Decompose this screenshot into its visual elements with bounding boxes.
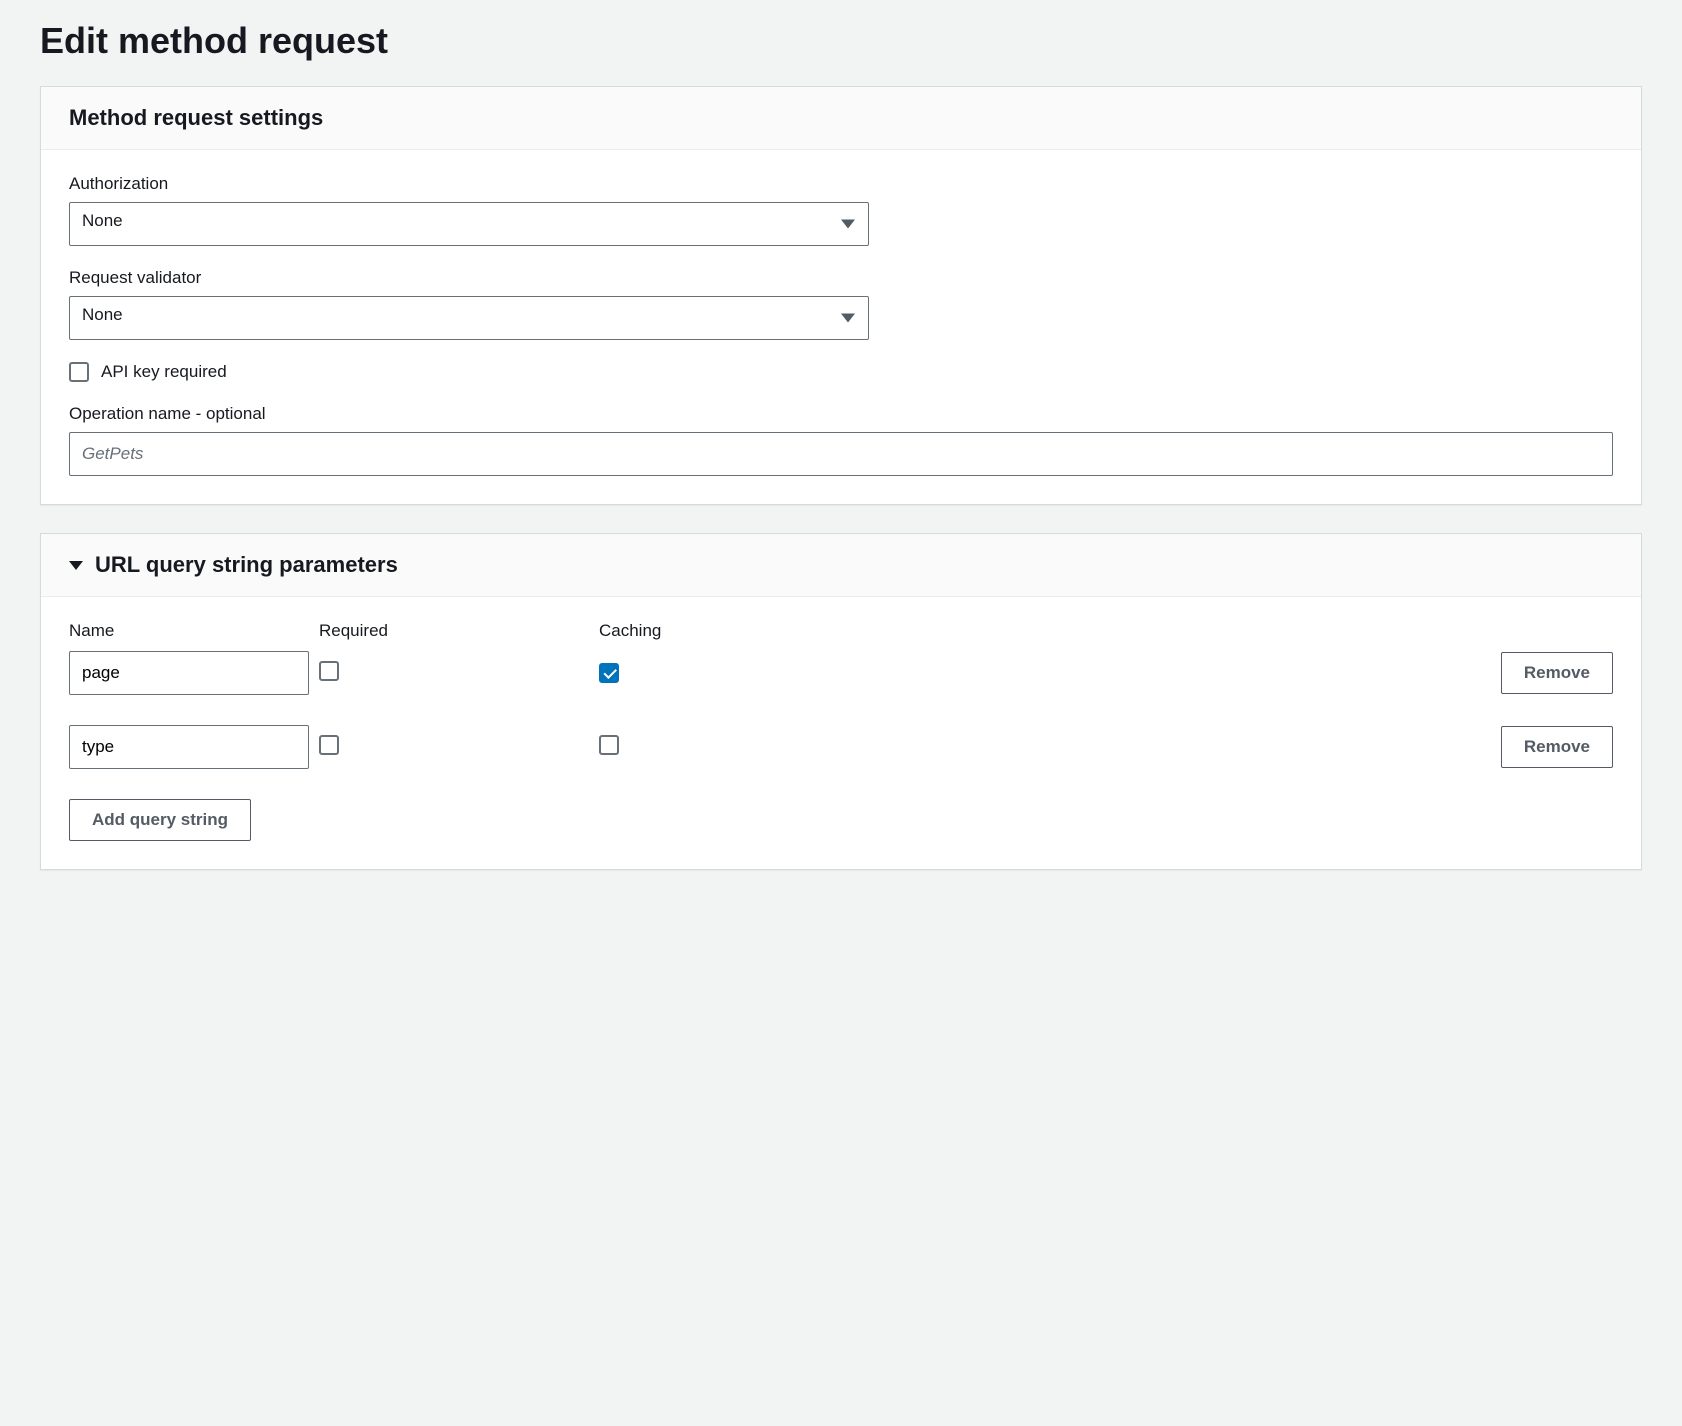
request-validator-select[interactable]: None [69, 296, 869, 340]
query-param-caching-checkbox[interactable] [599, 735, 619, 755]
settings-panel-body: Authorization None Request validator Non… [41, 150, 1641, 504]
api-key-required-row: API key required [69, 362, 1613, 382]
query-param-required-checkbox[interactable] [319, 735, 339, 755]
remove-query-param-button[interactable]: Remove [1501, 652, 1613, 694]
column-required-header: Required [319, 621, 599, 641]
query-param-name-input[interactable] [69, 725, 309, 769]
query-params-body: Name Required Caching Remove Remove Add q… [41, 597, 1641, 869]
query-params-panel: URL query string parameters Name Require… [40, 533, 1642, 870]
add-query-string-button[interactable]: Add query string [69, 799, 251, 841]
query-params-header-toggle[interactable]: URL query string parameters [69, 552, 1613, 578]
column-actions-header [879, 621, 1613, 641]
request-validator-select-wrapper: None [69, 296, 869, 340]
operation-name-label: Operation name - optional [69, 404, 1613, 424]
query-param-row: Remove [69, 651, 1613, 695]
query-params-header-row: Name Required Caching [69, 621, 1613, 641]
request-validator-label: Request validator [69, 268, 1613, 288]
api-key-required-checkbox[interactable] [69, 362, 89, 382]
query-param-row: Remove [69, 725, 1613, 769]
api-key-required-label: API key required [101, 362, 227, 382]
operation-name-input[interactable] [69, 432, 1613, 476]
add-query-string-container: Add query string [69, 799, 1613, 841]
method-request-settings-panel: Method request settings Authorization No… [40, 86, 1642, 505]
column-caching-header: Caching [599, 621, 879, 641]
page-title: Edit method request [40, 20, 1642, 62]
authorization-group: Authorization None [69, 174, 1613, 246]
query-params-table: Name Required Caching Remove Remove Add q… [69, 621, 1613, 841]
authorization-label: Authorization [69, 174, 1613, 194]
caret-down-icon [69, 561, 83, 570]
settings-panel-title: Method request settings [69, 105, 1613, 131]
authorization-select[interactable]: None [69, 202, 869, 246]
query-param-required-checkbox[interactable] [319, 661, 339, 681]
query-param-name-input[interactable] [69, 651, 309, 695]
request-validator-group: Request validator None [69, 268, 1613, 340]
operation-name-group: Operation name - optional [69, 404, 1613, 476]
settings-panel-header: Method request settings [41, 87, 1641, 150]
query-params-title: URL query string parameters [95, 552, 398, 578]
column-name-header: Name [69, 621, 319, 641]
remove-query-param-button[interactable]: Remove [1501, 726, 1613, 768]
query-param-caching-checkbox[interactable] [599, 663, 619, 683]
authorization-select-wrapper: None [69, 202, 869, 246]
query-params-header[interactable]: URL query string parameters [41, 534, 1641, 597]
